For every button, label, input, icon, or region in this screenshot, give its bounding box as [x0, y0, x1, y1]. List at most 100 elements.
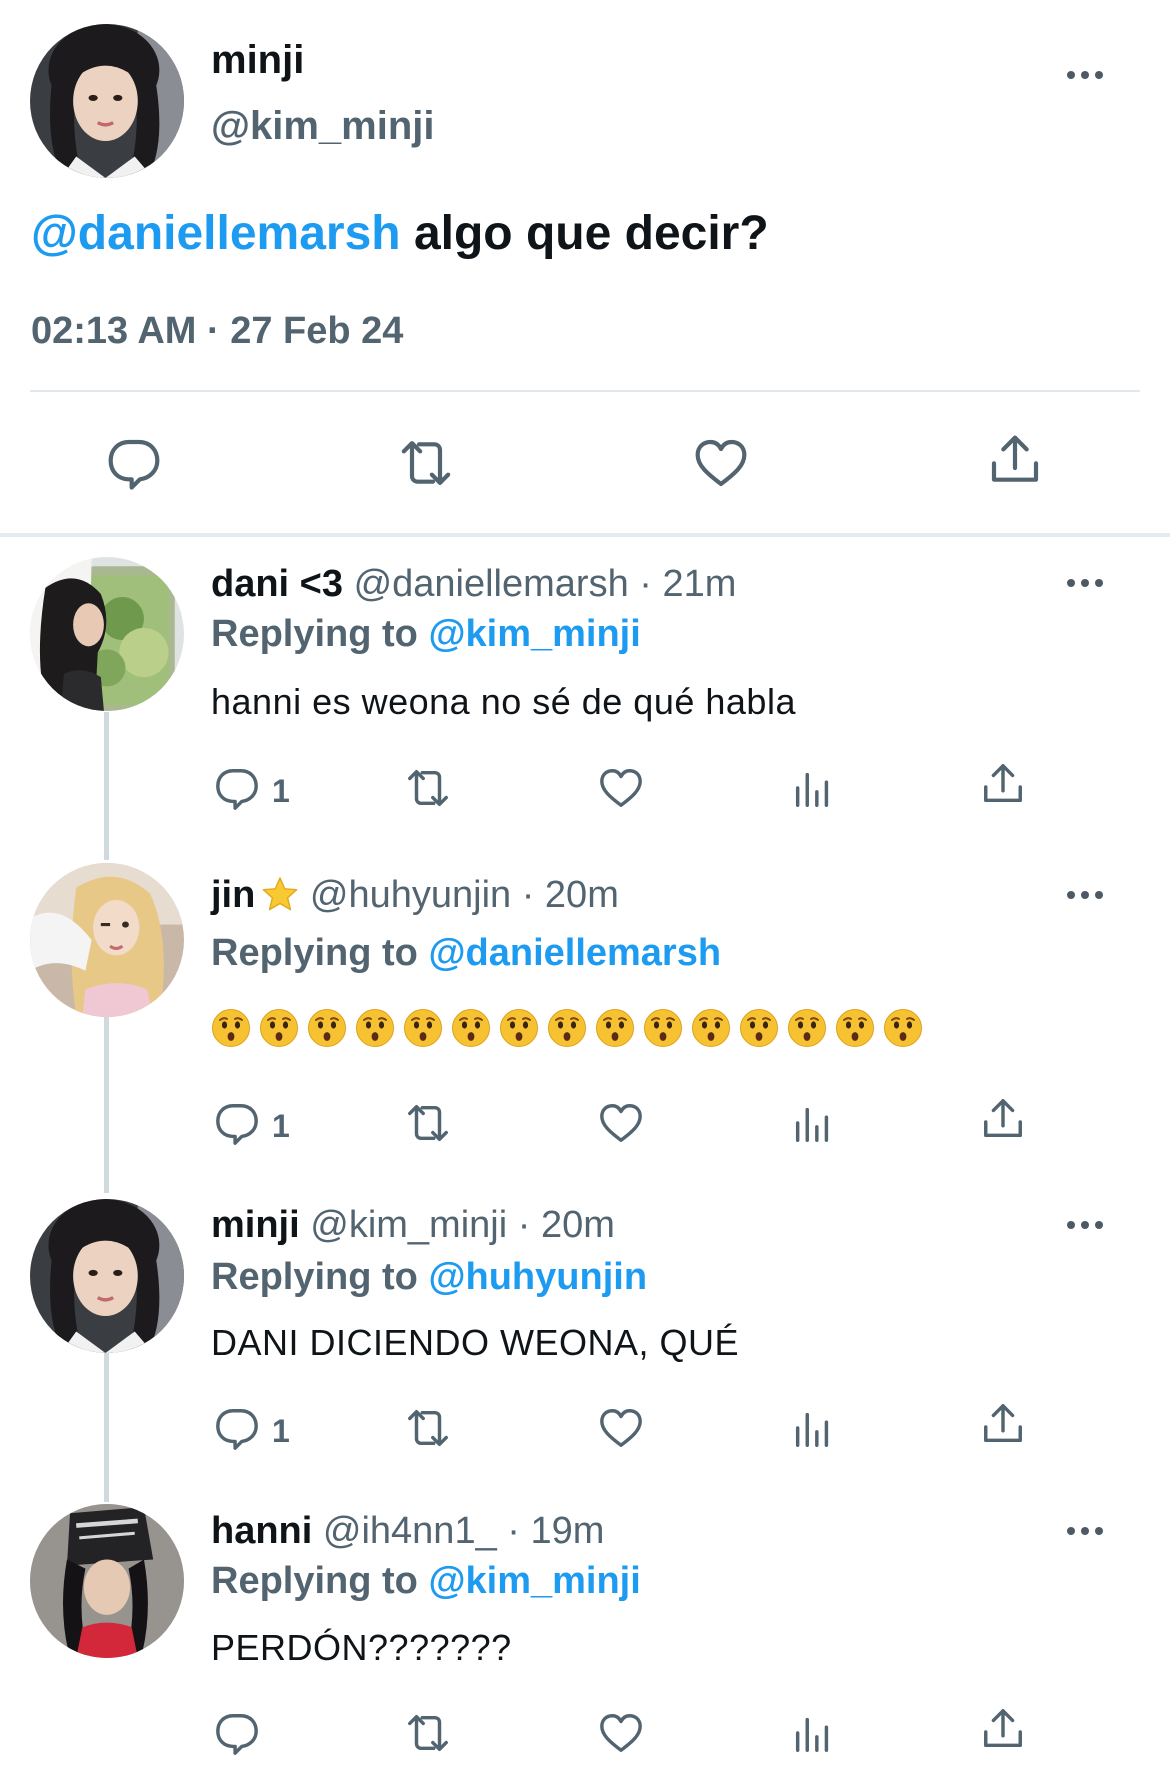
hushed-face-emoji: [787, 1008, 827, 1048]
more-icon[interactable]: [1067, 68, 1107, 80]
emoji-row: [211, 1008, 923, 1048]
reply-button[interactable]: [106, 435, 162, 491]
share-icon: [987, 433, 1043, 489]
author-name[interactable]: minji: [211, 38, 304, 83]
retweet-icon: [405, 1710, 451, 1756]
reply-header: hanni @ih4nn1_ · 19m: [211, 1510, 604, 1553]
more-icon[interactable]: [1067, 1218, 1107, 1230]
reply-button[interactable]: [214, 1100, 260, 1146]
views-button[interactable]: [790, 1100, 836, 1146]
share-icon: [980, 1097, 1026, 1143]
more-icon[interactable]: [1067, 1524, 1107, 1536]
like-icon: [598, 765, 644, 811]
more-icon[interactable]: [1067, 888, 1107, 900]
avatar[interactable]: [30, 863, 184, 1017]
reply-handle-time[interactable]: @kim_minji · 20m: [310, 1204, 615, 1246]
mention-link[interactable]: @daniellemarsh: [428, 932, 721, 974]
tweet-body: algo que decir?: [400, 207, 769, 260]
reply-author-name[interactable]: hanni: [211, 1510, 312, 1552]
like-button[interactable]: [693, 435, 749, 491]
reply-author-name[interactable]: dani <3: [211, 563, 343, 605]
like-icon: [598, 1100, 644, 1146]
like-button[interactable]: [598, 1710, 644, 1756]
author-handle[interactable]: @kim_minji: [211, 104, 435, 149]
minji-avatar-image: [30, 24, 184, 178]
retweet-icon: [405, 765, 451, 811]
like-icon: [693, 435, 749, 491]
reply-header: minji @kim_minji · 20m: [211, 1204, 615, 1247]
thread-line: [104, 712, 109, 860]
like-button[interactable]: [598, 1405, 644, 1451]
replying-to-label: Replying to: [211, 1256, 429, 1298]
thread-line: [104, 1352, 109, 1502]
reply-icon: [106, 435, 162, 491]
hushed-face-emoji: [355, 1008, 395, 1048]
mention-link[interactable]: @kim_minji: [428, 1560, 640, 1602]
retweet-icon: [405, 1405, 451, 1451]
tweet-timestamp[interactable]: 02:13 AM · 27 Feb 24: [31, 310, 403, 353]
reply-icon: [214, 1100, 260, 1146]
hushed-face-emoji: [547, 1008, 587, 1048]
share-button[interactable]: [980, 1707, 1026, 1753]
hushed-face-emoji: [211, 1008, 251, 1048]
retweet-button[interactable]: [405, 1100, 451, 1146]
share-button[interactable]: [980, 1097, 1026, 1143]
replying-to: Replying to @kim_minji: [211, 613, 641, 656]
like-button[interactable]: [598, 1100, 644, 1146]
retweet-button[interactable]: [405, 765, 451, 811]
reply-button[interactable]: [214, 765, 260, 811]
share-button[interactable]: [980, 1402, 1026, 1448]
tweet-text: @daniellemarsh algo que decir?: [31, 206, 769, 261]
jin-avatar-image: [30, 863, 184, 1017]
hushed-face-emoji: [643, 1008, 683, 1048]
avatar[interactable]: [30, 557, 184, 711]
hushed-face-emoji: [499, 1008, 539, 1048]
views-icon: [790, 765, 836, 811]
reply-author-name[interactable]: jin: [211, 874, 255, 916]
share-icon: [980, 762, 1026, 808]
avatar[interactable]: [30, 1504, 184, 1658]
retweet-button[interactable]: [398, 435, 454, 491]
replying-to-label: Replying to: [211, 613, 429, 655]
reply-header: jin @huhyunjin · 20m: [211, 874, 619, 917]
hushed-face-emoji: [307, 1008, 347, 1048]
reply-handle-time[interactable]: @huhyunjin · 20m: [310, 874, 619, 916]
reply-icon: [214, 1710, 260, 1756]
hushed-face-emoji: [883, 1008, 923, 1048]
reply-count: 1: [272, 1108, 290, 1144]
retweet-icon: [398, 435, 454, 491]
reply-handle-time[interactable]: @ih4nn1_ · 19m: [323, 1510, 605, 1552]
minji-avatar-image: [30, 1199, 184, 1353]
replying-to-label: Replying to: [211, 1560, 429, 1602]
mention-link[interactable]: @kim_minji: [428, 613, 640, 655]
share-button[interactable]: [987, 433, 1043, 489]
divider: [30, 390, 1140, 392]
replying-to-label: Replying to: [211, 932, 429, 974]
replying-to: Replying to @huhyunjin: [211, 1256, 647, 1299]
share-button[interactable]: [980, 762, 1026, 808]
like-icon: [598, 1710, 644, 1756]
reply-button[interactable]: [214, 1405, 260, 1451]
mention-link[interactable]: @huhyunjin: [428, 1256, 647, 1298]
reply-button[interactable]: [214, 1710, 260, 1756]
reply-count: 1: [272, 1413, 290, 1449]
views-icon: [790, 1710, 836, 1756]
reply-handle-time[interactable]: @daniellemarsh · 21m: [354, 563, 737, 605]
reply-count: 1: [272, 773, 290, 809]
hushed-face-emoji: [403, 1008, 443, 1048]
avatar[interactable]: [30, 24, 184, 178]
like-button[interactable]: [598, 765, 644, 811]
views-button[interactable]: [790, 1405, 836, 1451]
retweet-button[interactable]: [405, 1710, 451, 1756]
more-icon[interactable]: [1067, 576, 1107, 588]
reply-text: PERDÓN???????: [211, 1627, 512, 1668]
mention-link[interactable]: @daniellemarsh: [31, 207, 401, 260]
avatar[interactable]: [30, 1199, 184, 1353]
views-icon: [790, 1100, 836, 1146]
hushed-face-emoji: [451, 1008, 491, 1048]
views-button[interactable]: [790, 1710, 836, 1756]
reply-text: DANI DICIENDO WEONA, QUÉ: [211, 1322, 740, 1363]
views-button[interactable]: [790, 765, 836, 811]
retweet-button[interactable]: [405, 1405, 451, 1451]
reply-author-name[interactable]: minji: [211, 1204, 300, 1246]
